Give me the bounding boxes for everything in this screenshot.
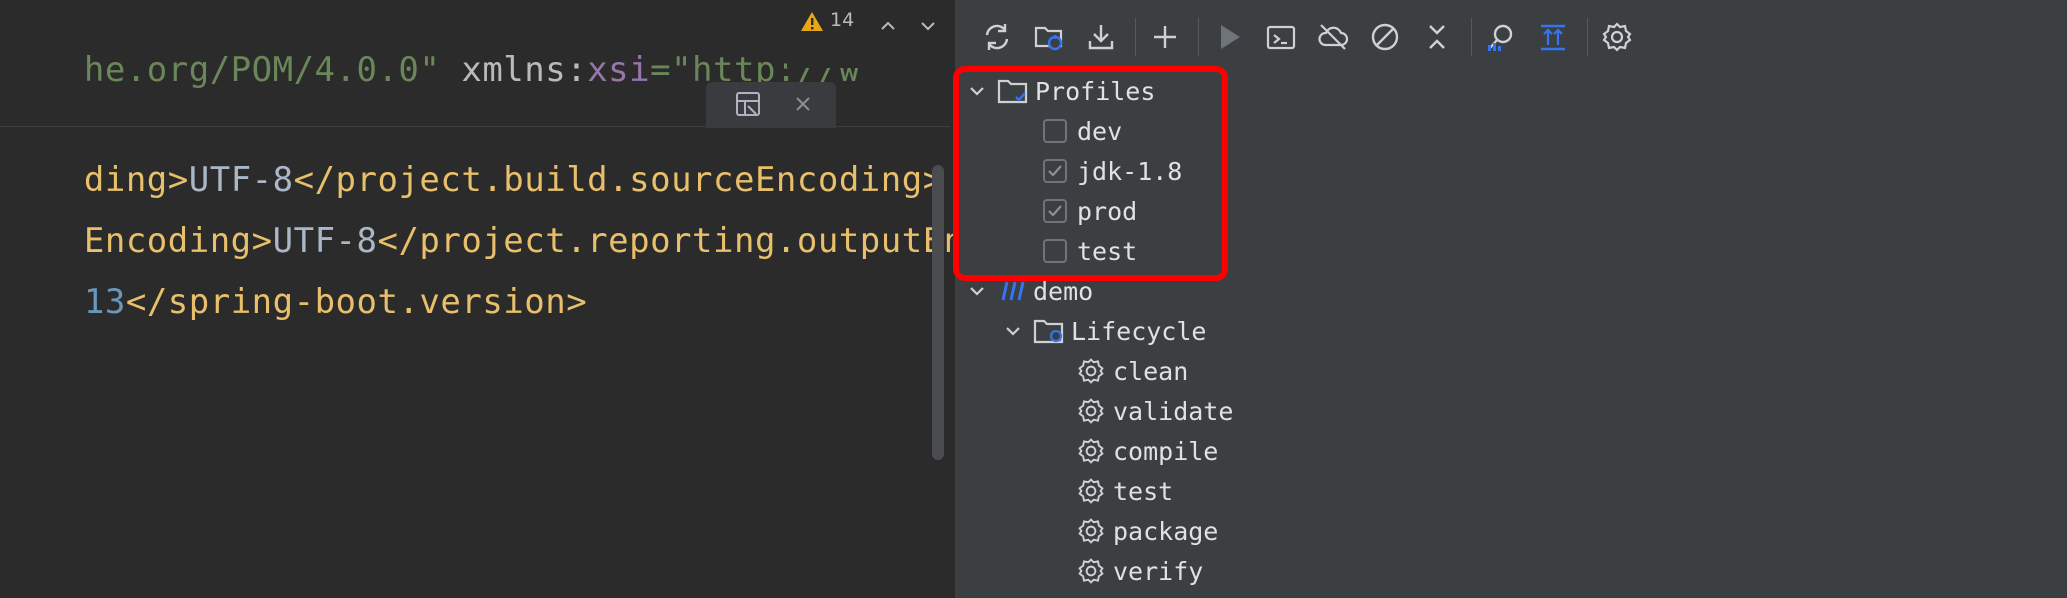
code-namespace: xsi: [587, 50, 651, 90]
gear-icon: [1077, 557, 1113, 585]
gear-icon: [1077, 477, 1113, 505]
lifecycle-folder-icon: [1033, 317, 1071, 345]
chevron-up-icon[interactable]: [878, 16, 898, 40]
maven-icon: [997, 278, 1033, 304]
profile-item-dev[interactable]: dev: [1043, 112, 1122, 150]
download-icon[interactable]: [1082, 18, 1120, 56]
toolbar-separator: [1587, 18, 1588, 56]
code-attr: xmlns:: [440, 50, 588, 90]
lifecycle-label: test: [1113, 476, 1174, 506]
lifecycle-label: compile: [1113, 436, 1219, 466]
chevron-down-icon[interactable]: [918, 16, 938, 40]
profile-item-test[interactable]: test: [1043, 232, 1137, 270]
lifecycle-item[interactable]: validate: [1077, 392, 1233, 430]
profile-item-jdk[interactable]: jdk-1.8: [1043, 152, 1182, 190]
lifecycle-item[interactable]: clean: [1077, 352, 1188, 390]
reader-mode-icon[interactable]: [734, 90, 762, 122]
reload-icon[interactable]: [978, 18, 1016, 56]
checkmark-icon: [1048, 205, 1062, 217]
code-editor[interactable]: he.org/POM/4.0.0" xmlns:xsi="http://w di…: [0, 0, 954, 598]
lifecycle-label: verify: [1113, 556, 1204, 586]
lifecycle-label: package: [1113, 516, 1219, 546]
profile-label: dev: [1077, 116, 1123, 146]
run-icon[interactable]: [1210, 18, 1248, 56]
lifecycle-item[interactable]: compile: [1077, 432, 1218, 470]
tree-node-lifecycle[interactable]: Lifecycle: [1003, 312, 1206, 350]
code-line-4: 13</spring-boot.version>: [0, 242, 587, 362]
gear-icon: [1077, 397, 1113, 425]
editor-scrollbar[interactable]: [932, 165, 944, 460]
chevron-down-icon[interactable]: [1003, 321, 1033, 341]
expand-all-icon[interactable]: [1534, 18, 1572, 56]
profile-label: prod: [1077, 196, 1138, 226]
close-icon[interactable]: [794, 95, 812, 117]
project-label: demo: [1033, 276, 1094, 306]
tree-node-profiles[interactable]: Profiles: [967, 72, 1155, 110]
profiles-folder-icon: [997, 77, 1035, 105]
lifecycle-item[interactable]: test: [1077, 472, 1173, 510]
reload-folder-icon[interactable]: [1030, 18, 1068, 56]
warning-icon: [800, 10, 824, 38]
chevron-down-icon[interactable]: [967, 281, 997, 301]
tree-node-project[interactable]: demo: [967, 272, 1093, 310]
inspection-widget[interactable]: 14: [800, 9, 855, 38]
lifecycle-item[interactable]: package: [1077, 512, 1218, 550]
toolbar-separator: [1135, 18, 1136, 56]
checkmark-icon: [1048, 165, 1062, 177]
profile-label: test: [1077, 236, 1138, 266]
maven-toolbar: [955, 0, 2067, 72]
settings-icon[interactable]: [1598, 18, 1636, 56]
toolbar-separator: [1198, 18, 1199, 56]
toolbar-separator: [1471, 18, 1472, 56]
lifecycle-item[interactable]: verify: [1077, 552, 1203, 590]
skip-tests-icon[interactable]: [1366, 18, 1404, 56]
run-config-icon[interactable]: [1262, 18, 1300, 56]
lifecycle-label: validate: [1113, 396, 1234, 426]
code-string: he.org/POM/4.0.0": [83, 50, 441, 90]
checkbox[interactable]: [1043, 239, 1067, 263]
lifecycle-label: Lifecycle: [1071, 316, 1207, 346]
checkbox[interactable]: [1043, 119, 1067, 143]
gear-icon: [1077, 517, 1113, 545]
reader-mode-tab[interactable]: [706, 82, 836, 128]
checkbox-checked[interactable]: [1043, 159, 1067, 183]
add-icon[interactable]: [1146, 18, 1184, 56]
collapse-icon[interactable]: [1418, 18, 1456, 56]
analyze-dependencies-icon[interactable]: [1482, 18, 1520, 56]
lifecycle-label: clean: [1113, 356, 1189, 386]
profile-label: jdk-1.8: [1077, 156, 1183, 186]
gear-icon: [1077, 357, 1113, 385]
offline-icon[interactable]: [1314, 18, 1352, 56]
maven-tool-window: Profiles dev jdk-1.8 prod test demo Life…: [954, 0, 2067, 598]
code-tag: </spring-boot.version>: [125, 282, 588, 322]
profiles-label: Profiles: [1035, 76, 1156, 106]
checkbox-checked[interactable]: [1043, 199, 1067, 223]
warning-count: 14: [830, 9, 855, 31]
chevron-down-icon[interactable]: [967, 81, 997, 101]
code-number: 13: [83, 282, 126, 322]
profile-item-prod[interactable]: prod: [1043, 192, 1137, 230]
gear-icon: [1077, 437, 1113, 465]
